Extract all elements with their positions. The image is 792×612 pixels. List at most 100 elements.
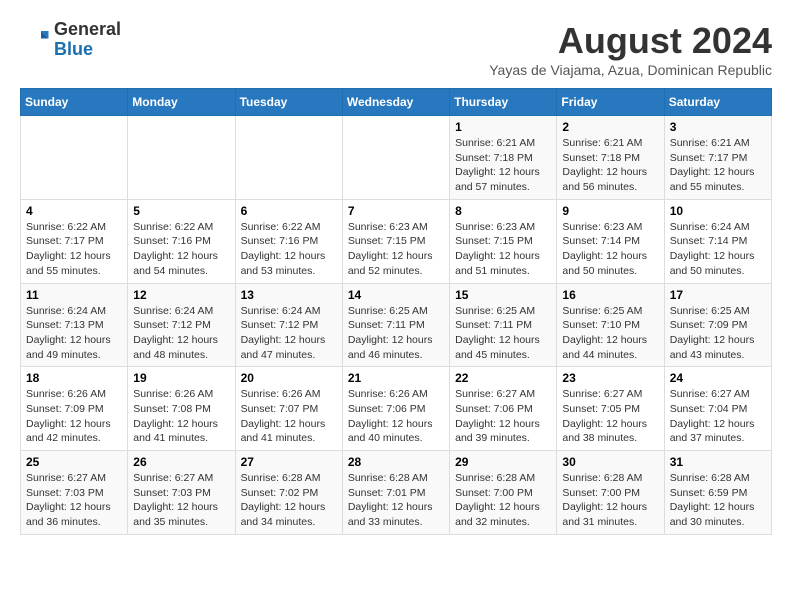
- calendar-header: SundayMondayTuesdayWednesdayThursdayFrid…: [21, 89, 772, 116]
- calendar-day-cell: [21, 116, 128, 200]
- day-number: 10: [670, 204, 766, 218]
- day-number: 21: [348, 371, 444, 385]
- calendar-day-cell: 4 Sunrise: 6:22 AM Sunset: 7:17 PM Daylig…: [21, 199, 128, 283]
- calendar-table: SundayMondayTuesdayWednesdayThursdayFrid…: [20, 88, 772, 535]
- day-number: 20: [241, 371, 337, 385]
- day-info: Sunrise: 6:27 AM Sunset: 7:04 PM Dayligh…: [670, 387, 766, 446]
- calendar-day-cell: 9Sunrise: 6:23 AM Sunset: 7:14 PM Daylig…: [557, 199, 664, 283]
- calendar-day-cell: 11 Sunrise: 6:24 AM Sunset: 7:13 PM Dayli…: [21, 283, 128, 367]
- day-info: Sunrise: 6:28 AM Sunset: 7:00 PM Dayligh…: [562, 471, 658, 530]
- day-info: Sunrise: 6:24 AM Sunset: 7:12 PM Dayligh…: [133, 304, 229, 363]
- day-number: 12: [133, 288, 229, 302]
- day-number: 31: [670, 455, 766, 469]
- calendar-day-cell: 12 Sunrise: 6:24 AM Sunset: 7:12 PM Dayli…: [128, 283, 235, 367]
- day-number: 27: [241, 455, 337, 469]
- day-number: 19: [133, 371, 229, 385]
- calendar-day-cell: 22 Sunrise: 6:27 AM Sunset: 7:06 PM Dayli…: [450, 367, 557, 451]
- day-info: Sunrise: 6:28 AM Sunset: 7:01 PM Dayligh…: [348, 471, 444, 530]
- day-info: Sunrise: 6:24 AM Sunset: 7:14 PM Dayligh…: [670, 220, 766, 279]
- day-number: 8: [455, 204, 551, 218]
- calendar-day-cell: 24 Sunrise: 6:27 AM Sunset: 7:04 PM Dayli…: [664, 367, 771, 451]
- calendar-day-cell: [235, 116, 342, 200]
- day-number: 1: [455, 120, 551, 134]
- calendar-day-cell: 23 Sunrise: 6:27 AM Sunset: 7:05 PM Dayli…: [557, 367, 664, 451]
- calendar-day-cell: 6Sunrise: 6:22 AM Sunset: 7:16 PM Daylig…: [235, 199, 342, 283]
- header-row: SundayMondayTuesdayWednesdayThursdayFrid…: [21, 89, 772, 116]
- day-of-week-header: Tuesday: [235, 89, 342, 116]
- calendar-day-cell: 8 Sunrise: 6:23 AM Sunset: 7:15 PM Daylig…: [450, 199, 557, 283]
- calendar-day-cell: 25 Sunrise: 6:27 AM Sunset: 7:03 PM Dayli…: [21, 451, 128, 535]
- calendar-day-cell: 19 Sunrise: 6:26 AM Sunset: 7:08 PM Dayli…: [128, 367, 235, 451]
- day-number: 7: [348, 204, 444, 218]
- day-info: Sunrise: 6:28 AM Sunset: 7:00 PM Dayligh…: [455, 471, 551, 530]
- day-info: Sunrise: 6:28 AM Sunset: 6:59 PM Dayligh…: [670, 471, 766, 530]
- location-subtitle: Yayas de Viajama, Azua, Dominican Republ…: [489, 62, 772, 78]
- calendar-week-row: 25 Sunrise: 6:27 AM Sunset: 7:03 PM Dayli…: [21, 451, 772, 535]
- day-info: Sunrise: 6:21 AM Sunset: 7:18 PM Dayligh…: [562, 136, 658, 195]
- day-info: Sunrise: 6:26 AM Sunset: 7:08 PM Dayligh…: [133, 387, 229, 446]
- day-number: 23: [562, 371, 658, 385]
- day-info: Sunrise: 6:25 AM Sunset: 7:10 PM Dayligh…: [562, 304, 658, 363]
- header: General Blue August 2024 Yayas de Viajam…: [20, 20, 772, 78]
- month-year-title: August 2024: [489, 20, 772, 62]
- calendar-day-cell: 16 Sunrise: 6:25 AM Sunset: 7:10 PM Dayli…: [557, 283, 664, 367]
- day-info: Sunrise: 6:22 AM Sunset: 7:16 PM Dayligh…: [133, 220, 229, 279]
- day-info: Sunrise: 6:23 AM Sunset: 7:15 PM Dayligh…: [348, 220, 444, 279]
- calendar-week-row: 4 Sunrise: 6:22 AM Sunset: 7:17 PM Daylig…: [21, 199, 772, 283]
- day-info: Sunrise: 6:23 AM Sunset: 7:14 PM Dayligh…: [562, 220, 658, 279]
- logo-text: General Blue: [54, 20, 121, 60]
- calendar-day-cell: 14Sunrise: 6:25 AM Sunset: 7:11 PM Dayli…: [342, 283, 449, 367]
- calendar-day-cell: 5Sunrise: 6:22 AM Sunset: 7:16 PM Daylig…: [128, 199, 235, 283]
- day-number: 24: [670, 371, 766, 385]
- day-info: Sunrise: 6:21 AM Sunset: 7:18 PM Dayligh…: [455, 136, 551, 195]
- logo: General Blue: [20, 20, 121, 60]
- calendar-day-cell: 26Sunrise: 6:27 AM Sunset: 7:03 PM Dayli…: [128, 451, 235, 535]
- calendar-day-cell: 13 Sunrise: 6:24 AM Sunset: 7:12 PM Dayli…: [235, 283, 342, 367]
- day-number: 11: [26, 288, 122, 302]
- calendar-day-cell: [128, 116, 235, 200]
- calendar-week-row: 1 Sunrise: 6:21 AM Sunset: 7:18 PM Daylig…: [21, 116, 772, 200]
- calendar-week-row: 18Sunrise: 6:26 AM Sunset: 7:09 PM Dayli…: [21, 367, 772, 451]
- calendar-day-cell: 1 Sunrise: 6:21 AM Sunset: 7:18 PM Daylig…: [450, 116, 557, 200]
- day-number: 13: [241, 288, 337, 302]
- day-info: Sunrise: 6:27 AM Sunset: 7:06 PM Dayligh…: [455, 387, 551, 446]
- calendar-day-cell: 7 Sunrise: 6:23 AM Sunset: 7:15 PM Daylig…: [342, 199, 449, 283]
- day-info: Sunrise: 6:22 AM Sunset: 7:17 PM Dayligh…: [26, 220, 122, 279]
- calendar-day-cell: 15Sunrise: 6:25 AM Sunset: 7:11 PM Dayli…: [450, 283, 557, 367]
- day-number: 22: [455, 371, 551, 385]
- logo-icon: [20, 25, 50, 55]
- day-number: 25: [26, 455, 122, 469]
- day-of-week-header: Friday: [557, 89, 664, 116]
- day-info: Sunrise: 6:21 AM Sunset: 7:17 PM Dayligh…: [670, 136, 766, 195]
- calendar-day-cell: 2 Sunrise: 6:21 AM Sunset: 7:18 PM Daylig…: [557, 116, 664, 200]
- day-number: 4: [26, 204, 122, 218]
- day-info: Sunrise: 6:27 AM Sunset: 7:03 PM Dayligh…: [26, 471, 122, 530]
- title-section: August 2024 Yayas de Viajama, Azua, Domi…: [489, 20, 772, 78]
- calendar-day-cell: 31 Sunrise: 6:28 AM Sunset: 6:59 PM Dayli…: [664, 451, 771, 535]
- day-info: Sunrise: 6:22 AM Sunset: 7:16 PM Dayligh…: [241, 220, 337, 279]
- day-info: Sunrise: 6:26 AM Sunset: 7:06 PM Dayligh…: [348, 387, 444, 446]
- day-of-week-header: Monday: [128, 89, 235, 116]
- day-number: 26: [133, 455, 229, 469]
- calendar-day-cell: 17Sunrise: 6:25 AM Sunset: 7:09 PM Dayli…: [664, 283, 771, 367]
- day-info: Sunrise: 6:27 AM Sunset: 7:05 PM Dayligh…: [562, 387, 658, 446]
- calendar-day-cell: 20Sunrise: 6:26 AM Sunset: 7:07 PM Dayli…: [235, 367, 342, 451]
- calendar-day-cell: 10 Sunrise: 6:24 AM Sunset: 7:14 PM Dayli…: [664, 199, 771, 283]
- calendar-week-row: 11 Sunrise: 6:24 AM Sunset: 7:13 PM Dayli…: [21, 283, 772, 367]
- day-number: 15: [455, 288, 551, 302]
- day-number: 17: [670, 288, 766, 302]
- day-of-week-header: Wednesday: [342, 89, 449, 116]
- day-number: 29: [455, 455, 551, 469]
- day-number: 16: [562, 288, 658, 302]
- day-info: Sunrise: 6:28 AM Sunset: 7:02 PM Dayligh…: [241, 471, 337, 530]
- day-info: Sunrise: 6:24 AM Sunset: 7:12 PM Dayligh…: [241, 304, 337, 363]
- day-of-week-header: Thursday: [450, 89, 557, 116]
- calendar-day-cell: 21 Sunrise: 6:26 AM Sunset: 7:06 PM Dayli…: [342, 367, 449, 451]
- calendar-day-cell: 18Sunrise: 6:26 AM Sunset: 7:09 PM Dayli…: [21, 367, 128, 451]
- day-info: Sunrise: 6:23 AM Sunset: 7:15 PM Dayligh…: [455, 220, 551, 279]
- day-number: 2: [562, 120, 658, 134]
- day-info: Sunrise: 6:24 AM Sunset: 7:13 PM Dayligh…: [26, 304, 122, 363]
- calendar-day-cell: 29 Sunrise: 6:28 AM Sunset: 7:00 PM Dayli…: [450, 451, 557, 535]
- day-number: 14: [348, 288, 444, 302]
- calendar-day-cell: [342, 116, 449, 200]
